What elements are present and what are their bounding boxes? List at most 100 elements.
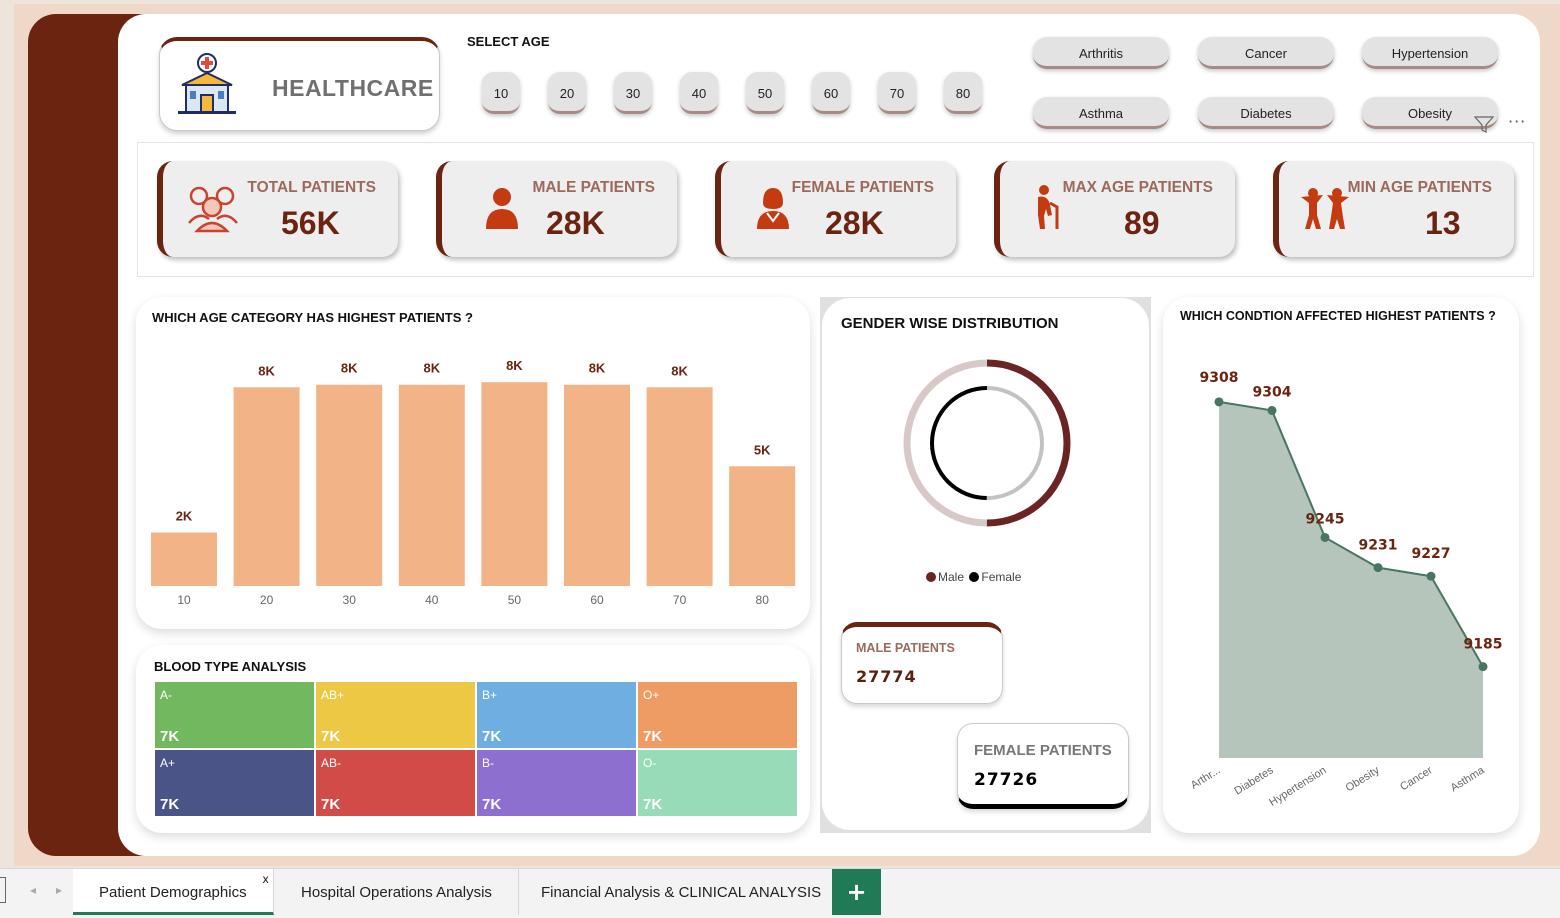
condition-button-asthma[interactable]: Asthma bbox=[1033, 97, 1169, 129]
age-button-80[interactable]: 80 bbox=[944, 72, 982, 114]
male-icon bbox=[486, 188, 518, 229]
age-x-tick-label: 10 bbox=[177, 593, 191, 607]
close-tab-icon[interactable]: x bbox=[263, 855, 269, 903]
logo-title: HEALTHCARE bbox=[272, 75, 434, 101]
age-x-tick-label: 40 bbox=[425, 593, 439, 607]
blood-type-label: AB- bbox=[321, 756, 342, 770]
kpi-min-age-patients: MIN AGE PATIENTS 13 bbox=[1273, 161, 1514, 257]
age-button-30[interactable]: 30 bbox=[614, 72, 652, 114]
blood-type-value: 7K bbox=[321, 728, 341, 745]
gender-donut-chart bbox=[903, 359, 1071, 527]
blood-cell-AB-[interactable]: AB- 7K bbox=[316, 750, 475, 816]
kpi-value: 89 bbox=[1124, 205, 1160, 241]
blood-cell-A-[interactable]: A- 7K bbox=[155, 682, 314, 748]
tab-scroll-left-icon[interactable]: ◂ bbox=[30, 883, 36, 897]
condition-point[interactable] bbox=[1267, 405, 1277, 415]
age-bar-50[interactable] bbox=[481, 382, 548, 586]
age-bar-30[interactable] bbox=[316, 384, 383, 586]
condition-value-label: 9231 bbox=[1359, 538, 1398, 554]
more-options-icon[interactable]: ··· bbox=[1508, 112, 1526, 131]
age-bar-value-label: 8K bbox=[258, 363, 275, 378]
gender-outer-male-arc[interactable] bbox=[986, 359, 1071, 527]
age-x-tick-label: 80 bbox=[756, 593, 770, 607]
condition-button-cancer[interactable]: Cancer bbox=[1198, 37, 1334, 69]
condition-point[interactable] bbox=[1478, 662, 1488, 672]
gender-legend: Male Female bbox=[926, 570, 1021, 584]
blood-type-label: A- bbox=[160, 688, 172, 702]
condition-button-hypertension[interactable]: Hypertension bbox=[1362, 37, 1498, 69]
condition-x-tick-label: Diabetes bbox=[1232, 764, 1276, 797]
gender-outer-track-arc bbox=[903, 359, 987, 527]
gender-inner-female-arc[interactable] bbox=[929, 386, 987, 500]
age-bar-10[interactable] bbox=[151, 532, 217, 587]
age-button-50[interactable]: 50 bbox=[746, 72, 784, 114]
blood-type-label: O+ bbox=[643, 688, 660, 702]
age-bar-value-label: 5K bbox=[754, 442, 771, 457]
condition-point[interactable] bbox=[1426, 571, 1436, 581]
female-icon bbox=[757, 188, 789, 229]
tab-patient-demographics[interactable]: Patient Demographics x bbox=[73, 869, 274, 915]
blood-cell-B+[interactable]: B+ 7K bbox=[477, 682, 636, 748]
female-card-label: FEMALE PATIENTS bbox=[974, 742, 1112, 759]
male-patients-card: MALE PATIENTS 27774 bbox=[841, 622, 1003, 704]
condition-chart-title: WHICH CONDTION AFFECTED HIGHEST PATIENTS… bbox=[1180, 309, 1496, 323]
blood-type-label: A+ bbox=[160, 756, 176, 770]
condition-value-label: 9245 bbox=[1306, 511, 1345, 527]
blood-cell-O-[interactable]: O- 7K bbox=[638, 750, 797, 816]
tab-financial-clinical[interactable]: Financial Analysis & CLINICAL ANALYSIS bbox=[515, 869, 849, 915]
blood-type-label: B+ bbox=[482, 688, 498, 702]
blood-cell-O+[interactable]: O+ 7K bbox=[638, 682, 797, 748]
condition-x-tick-label: Obesity bbox=[1344, 764, 1382, 794]
age-slicer-label: SELECT AGE bbox=[467, 34, 550, 49]
kpi-male-patients: MALE PATIENTS 28K bbox=[436, 161, 677, 257]
blood-cell-AB+[interactable]: AB+ 7K bbox=[316, 682, 475, 748]
age-bar-80[interactable] bbox=[729, 466, 796, 586]
condition-point[interactable] bbox=[1373, 563, 1383, 573]
sheet-tab-bar: ◂ ▸ Patient Demographics x Hospital Oper… bbox=[0, 868, 1560, 918]
blood-cell-B-[interactable]: B- 7K bbox=[477, 750, 636, 816]
condition-area-chart: 9308 Arthr... 9304 Diabetes 9245 Hypertension… bbox=[1189, 370, 1503, 809]
legend-female-label: Female bbox=[981, 570, 1022, 584]
age-button-70[interactable]: 70 bbox=[878, 72, 916, 114]
filter-icon[interactable] bbox=[1474, 116, 1494, 134]
gender-chart-title: GENDER WISE DISTRIBUTION bbox=[841, 315, 1059, 332]
kpi-value: 28K bbox=[546, 205, 605, 241]
hospital-icon bbox=[178, 53, 236, 114]
condition-x-tick-label: Asthma bbox=[1449, 764, 1488, 794]
age-button-60[interactable]: 60 bbox=[812, 72, 850, 114]
add-tab-button[interactable]: + bbox=[832, 869, 881, 915]
age-x-tick-label: 60 bbox=[590, 593, 604, 607]
legend-male-dot bbox=[926, 572, 936, 582]
age-bar-value-label: 8K bbox=[341, 361, 358, 376]
condition-value-label: 9304 bbox=[1253, 384, 1292, 400]
blood-type-value: 7K bbox=[482, 728, 502, 745]
tab-hospital-operations[interactable]: Hospital Operations Analysis bbox=[275, 869, 519, 915]
female-card-value: 27726 bbox=[974, 770, 1039, 790]
condition-point[interactable] bbox=[1320, 532, 1330, 542]
children-icon bbox=[1301, 188, 1349, 229]
tab-label: Patient Demographics bbox=[99, 884, 247, 901]
age-x-tick-label: 30 bbox=[343, 593, 357, 607]
blood-cell-A+[interactable]: A+ 7K bbox=[155, 750, 314, 816]
age-bar-60[interactable] bbox=[564, 384, 630, 586]
condition-button-arthritis[interactable]: Arthritis bbox=[1033, 37, 1169, 69]
age-button-40[interactable]: 40 bbox=[680, 72, 718, 114]
condition-button-diabetes[interactable]: Diabetes bbox=[1198, 97, 1334, 129]
blood-type-value: 7K bbox=[160, 796, 180, 813]
age-bar-20[interactable] bbox=[233, 387, 300, 586]
blood-type-value: 7K bbox=[643, 728, 663, 745]
blood-type-value: 7K bbox=[160, 728, 180, 745]
logo-card: HEALTHCARE bbox=[159, 37, 440, 131]
age-bar-40[interactable] bbox=[398, 384, 465, 586]
sheet-grid-icon[interactable] bbox=[0, 877, 6, 903]
age-button-10[interactable]: 10 bbox=[482, 72, 520, 114]
age-x-tick-label: 20 bbox=[260, 593, 274, 607]
age-bar-value-label: 2K bbox=[176, 509, 193, 524]
condition-x-tick-label: Cancer bbox=[1398, 764, 1435, 793]
age-bar-70[interactable] bbox=[646, 387, 713, 586]
tab-scroll-right-icon[interactable]: ▸ bbox=[56, 883, 62, 897]
condition-x-tick-label: Arthr... bbox=[1189, 764, 1223, 791]
condition-point[interactable] bbox=[1214, 397, 1224, 407]
age-button-20[interactable]: 20 bbox=[548, 72, 586, 114]
male-card-label: MALE PATIENTS bbox=[856, 641, 955, 655]
